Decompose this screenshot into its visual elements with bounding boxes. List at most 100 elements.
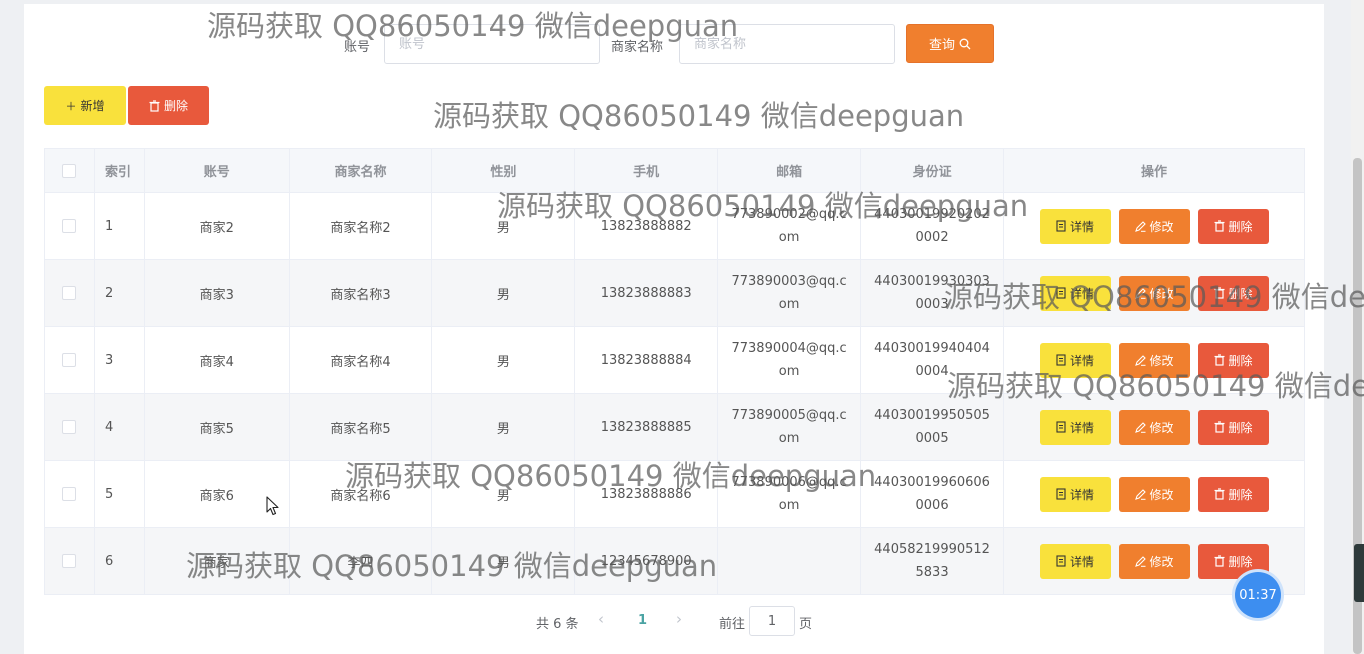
table-row[interactable]: 4 商家5 商家名称5 男 13823888885 773890005@qq.com 440… (44, 393, 1305, 461)
delete-label: 删除 (1228, 487, 1253, 502)
delete-button[interactable]: 删除 (1197, 275, 1269, 311)
cell-merchant-name: 李四 (289, 527, 433, 595)
row-checkbox[interactable] (62, 219, 77, 233)
header-index[interactable]: 索引 (94, 148, 145, 193)
trash-icon (1214, 555, 1224, 567)
edit-icon (1134, 555, 1146, 567)
cell-phone: 13823888886 (574, 460, 719, 528)
table-row[interactable]: 2 商家3 商家名称3 男 13823888883 773890003@qq.com 440… (44, 259, 1305, 327)
cell-id-card: 440300199505050005 (860, 393, 1005, 461)
header-id-card[interactable]: 身份证 (860, 148, 1005, 193)
page-number-current[interactable]: 1 (638, 613, 647, 628)
document-icon (1056, 354, 1066, 366)
cell-merchant-name: 商家名称6 (289, 460, 433, 528)
row-checkbox[interactable] (62, 286, 77, 300)
cell-account: 商家6 (144, 460, 290, 528)
cell-actions: 详情 修改 删除 (1003, 326, 1305, 394)
merchant-name-input[interactable] (679, 24, 895, 64)
header-account[interactable]: 账号 (144, 148, 290, 193)
id-card-text: 440300199303030003 (874, 274, 990, 312)
table-row[interactable]: 5 商家6 商家名称6 男 13823888886 773890006@qq.com 440… (44, 460, 1305, 528)
delete-label: 删除 (1228, 554, 1253, 569)
trash-icon (1214, 354, 1224, 366)
row-checkbox[interactable] (62, 420, 77, 434)
detail-button[interactable]: 详情 (1039, 409, 1111, 445)
table-row[interactable]: 1 商家2 商家名称2 男 13823888882 773890002@qq.com 440… (44, 192, 1305, 260)
delete-button[interactable]: 删除 (1197, 208, 1269, 244)
cell-index: 2 (94, 259, 145, 327)
trash-icon (1214, 488, 1224, 500)
header-merchant-name[interactable]: 商家名称 (289, 148, 433, 193)
cell-gender: 男 (431, 393, 576, 461)
table-row[interactable]: 3 商家4 商家名称4 男 13823888884 773890004@qq.com 440… (44, 326, 1305, 394)
cell-phone: 13823888884 (574, 326, 719, 394)
detail-button[interactable]: 详情 (1039, 275, 1111, 311)
timer-badge[interactable]: 01:37 (1235, 572, 1281, 618)
delete-button[interactable]: 删除 (1197, 409, 1269, 445)
cell-account: 商家 (144, 527, 290, 595)
add-button[interactable]: ＋ 新增 (44, 86, 126, 125)
edit-label: 修改 (1149, 353, 1174, 368)
table-row[interactable]: 6 商家 李四男 12345678900 440582199905125833 详情 修改 删… (44, 527, 1305, 595)
query-label: 查询 (928, 38, 955, 53)
detail-label: 详情 (1070, 420, 1095, 435)
edit-button[interactable]: 修改 (1118, 342, 1190, 378)
cell-email: 773890002@qq.com (717, 192, 862, 260)
document-icon (1056, 555, 1066, 567)
header-phone[interactable]: 手机 (574, 148, 719, 193)
batch-delete-label: 删除 (163, 99, 188, 113)
header-email[interactable]: 邮箱 (717, 148, 862, 193)
trash-icon (1214, 287, 1224, 299)
header-actions: 操作 (1003, 148, 1305, 193)
document-icon (1056, 220, 1066, 232)
prev-page-icon[interactable]: ‹ (598, 610, 604, 628)
search-bar: 账号 商家名称 查询 (0, 24, 1364, 64)
detail-button[interactable]: 详情 (1039, 342, 1111, 378)
edit-button[interactable]: 修改 (1118, 208, 1190, 244)
cell-account: 商家2 (144, 192, 290, 260)
edit-icon (1134, 488, 1146, 500)
detail-label: 详情 (1070, 554, 1095, 569)
edit-icon (1134, 354, 1146, 366)
document-icon (1056, 421, 1066, 433)
cell-index: 3 (94, 326, 145, 394)
goto-suffix: 页 (799, 617, 813, 632)
next-page-icon[interactable]: › (676, 610, 682, 628)
detail-label: 详情 (1070, 286, 1095, 301)
cell-gender: 男 (431, 527, 576, 595)
detail-button[interactable]: 详情 (1039, 476, 1111, 512)
edit-button[interactable]: 修改 (1118, 275, 1190, 311)
cell-index: 4 (94, 393, 145, 461)
edit-button[interactable]: 修改 (1118, 543, 1190, 579)
row-checkbox[interactable] (62, 554, 77, 568)
cell-actions: 详情 修改 删除 (1003, 460, 1305, 528)
row-checkbox[interactable] (62, 353, 77, 367)
cell-account: 商家3 (144, 259, 290, 327)
cell-account: 商家4 (144, 326, 290, 394)
detail-button[interactable]: 详情 (1039, 208, 1111, 244)
cell-phone: 12345678900 (574, 527, 719, 595)
detail-button[interactable]: 详情 (1039, 543, 1111, 579)
query-button[interactable]: 查询 (906, 24, 994, 63)
detail-label: 详情 (1070, 219, 1095, 234)
trash-icon (1214, 220, 1224, 232)
edit-label: 修改 (1149, 286, 1174, 301)
document-icon (1056, 488, 1066, 500)
account-input[interactable] (384, 24, 600, 64)
select-all-cell (44, 148, 95, 193)
delete-button[interactable]: 删除 (1197, 476, 1269, 512)
cell-merchant-name: 商家名称2 (289, 192, 433, 260)
id-card-text: 440300199404040004 (874, 341, 990, 379)
merchant-name-label: 商家名称 (611, 40, 664, 55)
delete-button[interactable]: 删除 (1197, 342, 1269, 378)
email-text: 773890006@qq.com (731, 475, 847, 513)
cell-email: 773890006@qq.com (717, 460, 862, 528)
edit-button[interactable]: 修改 (1118, 476, 1190, 512)
edit-button[interactable]: 修改 (1118, 409, 1190, 445)
select-all-checkbox[interactable] (62, 163, 77, 178)
header-gender[interactable]: 性别 (431, 148, 576, 193)
row-checkbox[interactable] (62, 487, 77, 501)
batch-delete-button[interactable]: 删除 (128, 86, 209, 125)
goto-page-input[interactable] (749, 606, 795, 636)
cell-account: 商家5 (144, 393, 290, 461)
